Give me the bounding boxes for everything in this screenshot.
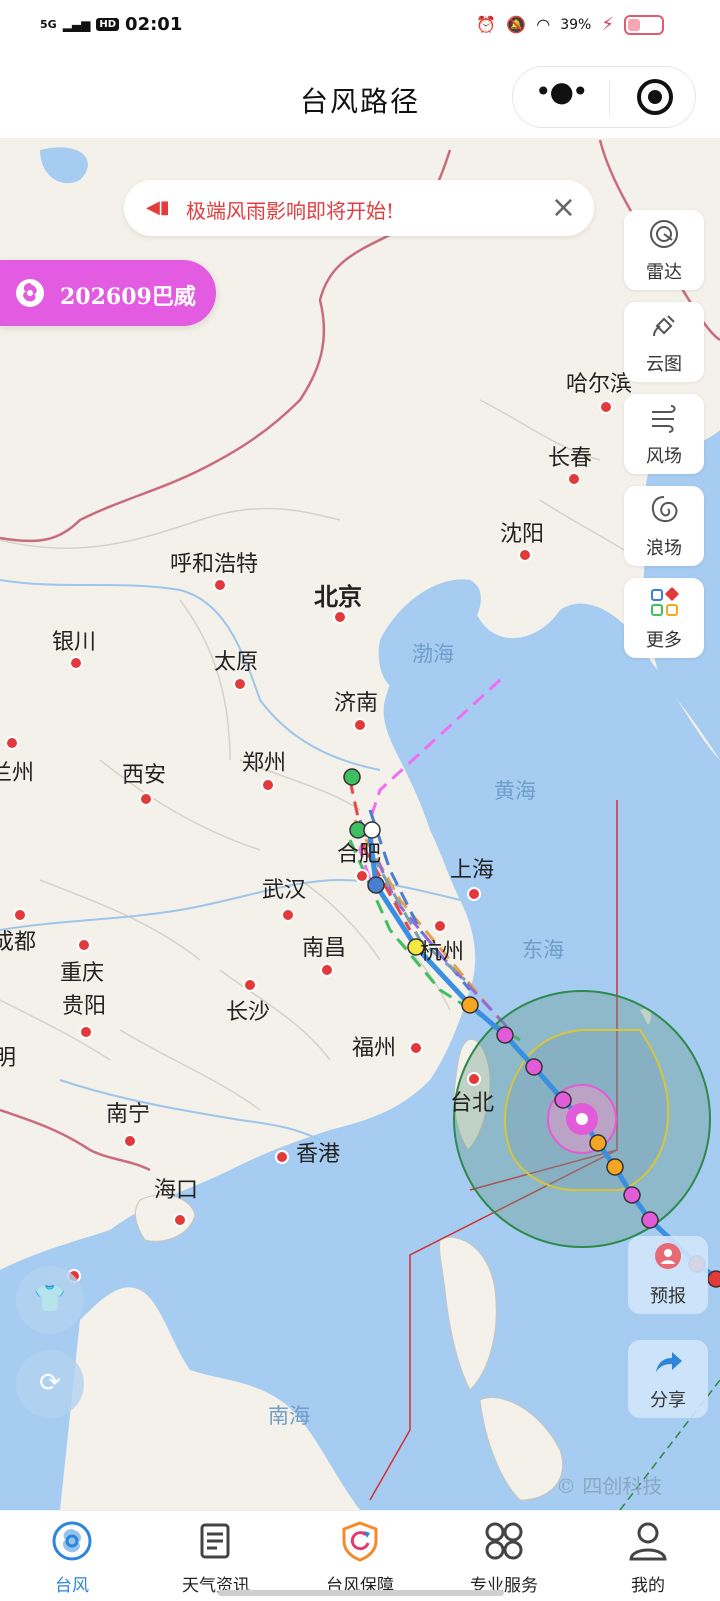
tool-label: 更多	[646, 630, 682, 651]
city-label: 长沙	[226, 1000, 271, 1025]
map-canvas	[0, 139, 720, 1510]
city-label: 明	[0, 1046, 17, 1071]
satellite-icon	[653, 315, 675, 337]
clover-icon	[485, 1522, 523, 1560]
tool-label: 风场	[646, 446, 682, 467]
city-label: 成都	[0, 930, 37, 955]
title-bar: 台风路径 •●•	[0, 58, 720, 138]
city-label: 上海	[450, 858, 495, 883]
close-icon[interactable]: ×	[551, 190, 576, 225]
refresh-icon: ⟳	[39, 1368, 61, 1398]
sea-label: 渤海	[412, 642, 454, 666]
copyright-text: © 四创科技	[556, 1474, 663, 1498]
city-label: 武汉	[262, 878, 307, 903]
city-label: 重庆	[60, 961, 105, 986]
tool-radar[interactable]: 雷达	[624, 210, 704, 290]
status-time: 02:01	[125, 14, 183, 35]
shirt-button[interactable]: 👕	[16, 1266, 84, 1334]
city-label: 太原	[214, 650, 259, 675]
signal-icon: ▂▄▆	[62, 17, 91, 32]
tool-wind[interactable]: 风场	[624, 394, 704, 474]
share-label: 分享	[650, 1390, 686, 1411]
hd-badge: HD	[96, 18, 120, 31]
tab-label: 我的	[631, 1576, 665, 1596]
more-dots-icon[interactable]: •●•	[535, 78, 588, 111]
tool-satellite[interactable]: 云图	[624, 302, 704, 382]
home-indicator	[218, 1590, 504, 1596]
refresh-button[interactable]: ⟳	[16, 1350, 84, 1418]
tab-typhoon[interactable]: 台风	[0, 1511, 144, 1601]
sea-label: 南海	[268, 1404, 310, 1428]
alert-text: 极端风雨影响即将开始!	[186, 199, 395, 223]
city-label: 台北	[450, 1091, 495, 1116]
city-label: 杭州	[420, 940, 465, 965]
city-label: 南昌	[302, 936, 347, 961]
grid-icon	[651, 587, 679, 616]
city-label: 郑州	[242, 751, 287, 776]
sea-label: 黄海	[494, 779, 536, 803]
mini-program-capsule: •●•	[512, 66, 696, 128]
tool-label: 浪场	[646, 538, 682, 559]
city-label: 呼和浩特	[170, 552, 259, 577]
forecast-button[interactable]: 预报	[628, 1236, 708, 1314]
sea-label: 东海	[522, 938, 564, 962]
city-label: 哈尔滨	[566, 372, 633, 397]
person-icon	[655, 1243, 681, 1269]
battery-percent: 39%	[560, 16, 592, 33]
typhoon-selector[interactable]: 202609巴威	[0, 260, 216, 326]
alarm-icon: ⏰	[476, 15, 497, 34]
share-icon	[656, 1352, 682, 1372]
city-label: 银川	[52, 630, 97, 655]
tool-label: 雷达	[646, 262, 682, 283]
typhoon-label: 202609巴威	[60, 284, 196, 310]
tool-more[interactable]: 更多	[624, 578, 704, 658]
shirt-icon: 👕	[33, 1284, 67, 1314]
city-label: 济南	[334, 691, 379, 716]
tab-typhoon-support[interactable]: 台风保障	[288, 1511, 432, 1601]
network-label: 5G	[40, 17, 57, 31]
news-icon	[200, 1523, 230, 1559]
tool-label: 云图	[646, 354, 682, 375]
wave-icon	[651, 496, 678, 522]
city-label: 沈阳	[500, 522, 545, 547]
horn-icon: ◀▮	[146, 197, 170, 218]
target-icon[interactable]	[637, 79, 673, 115]
city-label: 合肥	[337, 842, 382, 867]
city-label: 南宁	[106, 1102, 151, 1127]
city-label: 北京	[314, 583, 362, 611]
city-label: 贵阳	[62, 994, 107, 1019]
city-label: 兰州	[0, 761, 35, 786]
city-label: 福州	[352, 1036, 397, 1061]
tab-label: 台风	[55, 1576, 89, 1596]
wind-icon	[652, 405, 676, 433]
user-icon	[629, 1522, 667, 1561]
capsule-divider	[609, 81, 610, 115]
status-bar: 5G ▂▄▆ HD 02:01 ⏰ 🔕 ◠ 39% ⚡	[0, 0, 720, 58]
tool-wave[interactable]: 浪场	[624, 486, 704, 566]
typhoon-map[interactable]	[0, 138, 720, 1510]
charging-icon: ⚡	[601, 14, 614, 35]
bottom-tab-bar: 台风 天气资讯 台风保障 专业服务 我的	[0, 1510, 720, 1601]
city-label: 西安	[122, 763, 167, 788]
city-label: 长春	[548, 446, 593, 471]
mute-icon: 🔕	[506, 15, 527, 34]
battery-icon	[624, 14, 664, 35]
typhoon-center-icon	[566, 1103, 598, 1135]
typhoon-icon	[52, 1521, 92, 1561]
tab-weather-news[interactable]: 天气资讯	[144, 1511, 288, 1601]
forecast-label: 预报	[650, 1286, 686, 1307]
city-label: 海口	[154, 1178, 199, 1203]
wifi-icon: ◠	[536, 15, 551, 34]
city-label: 香港	[296, 1142, 341, 1167]
northwest-lake	[40, 147, 88, 184]
typhoon-icon	[16, 279, 44, 307]
radar-icon	[650, 220, 678, 248]
shield-icon	[342, 1521, 378, 1562]
alert-banner[interactable]: ◀▮ 极端风雨影响即将开始! ×	[124, 180, 594, 236]
tab-pro-service[interactable]: 专业服务	[432, 1511, 576, 1601]
share-button[interactable]: 分享	[628, 1340, 708, 1418]
tab-mine[interactable]: 我的	[576, 1511, 720, 1601]
